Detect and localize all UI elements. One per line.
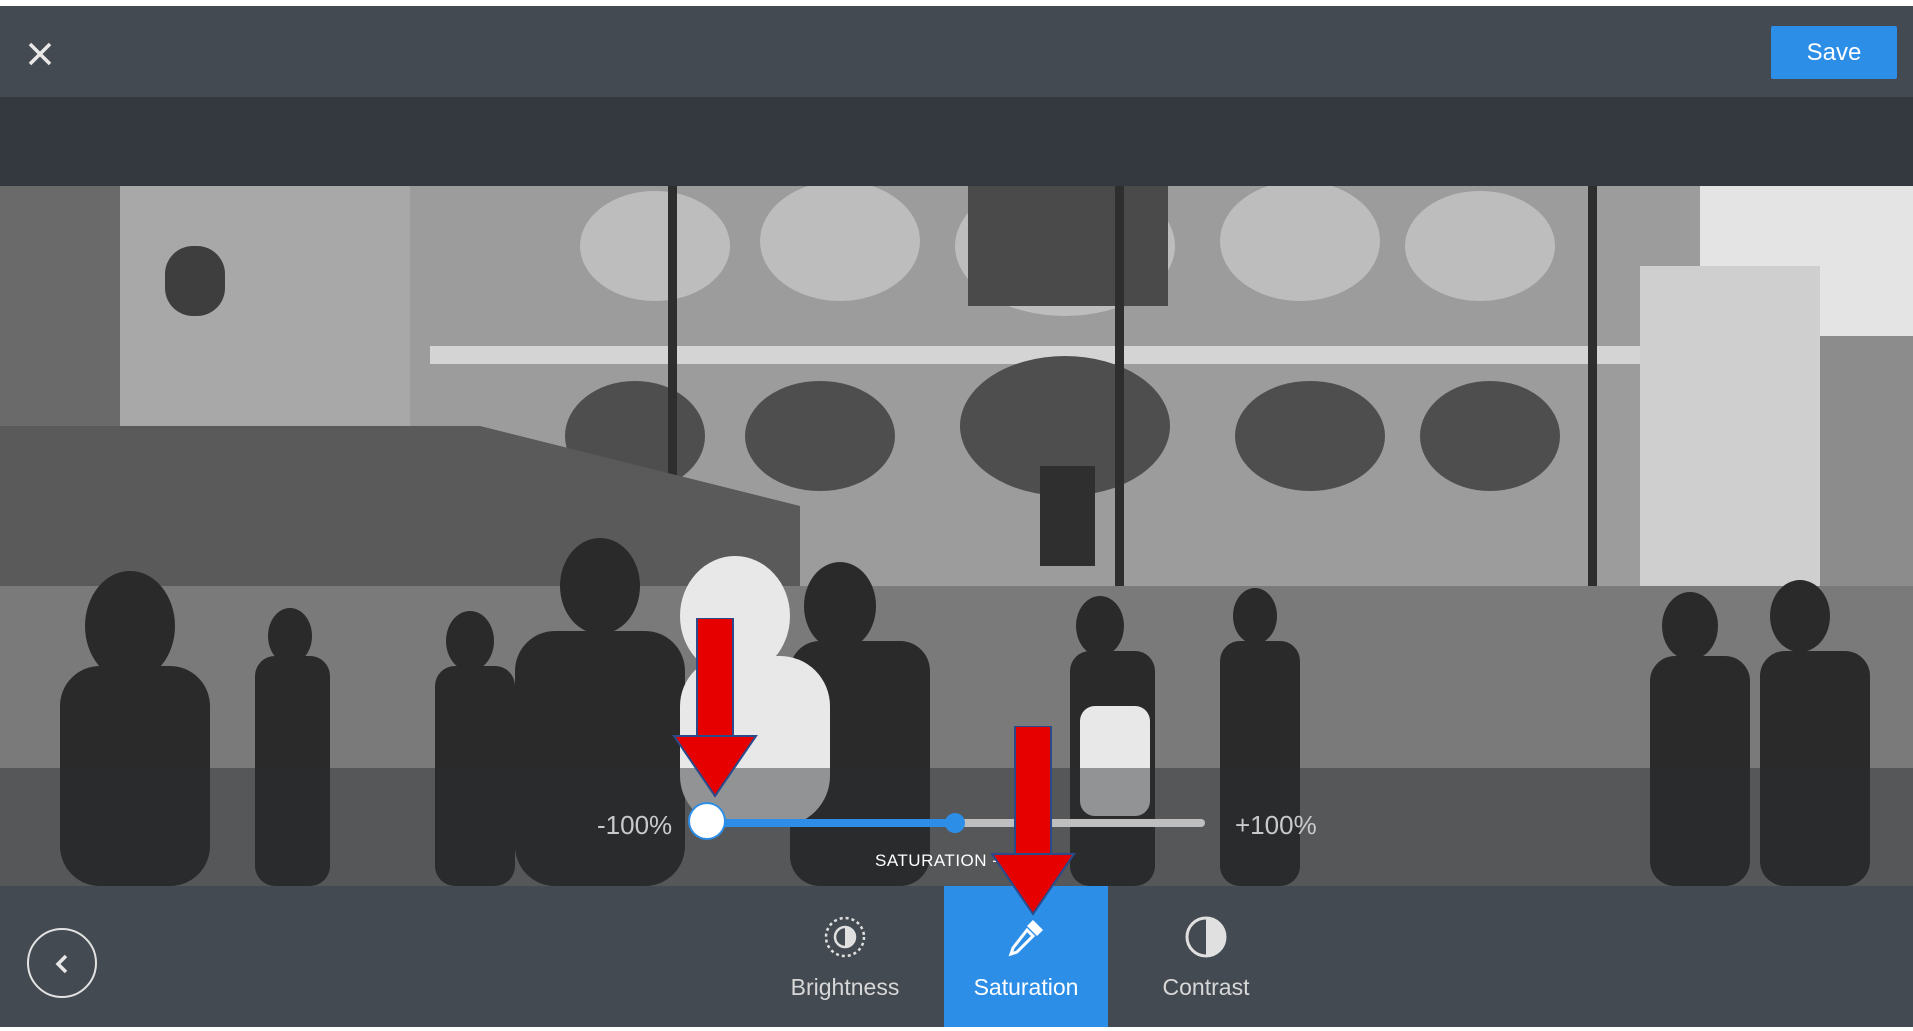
bottom-toolbar: Brightness Saturation Contrast <box>0 886 1913 1027</box>
contrast-icon <box>1185 916 1227 958</box>
back-button[interactable] <box>27 928 97 998</box>
slider-min-label: -100% <box>597 810 673 840</box>
save-button[interactable]: Save <box>1771 26 1897 79</box>
saturation-slider-thumb[interactable] <box>690 804 724 838</box>
editor-window: Save -100% +100% SATURATION -1 Brightnes… <box>0 6 1913 1027</box>
slider-center-marker <box>945 813 965 833</box>
chevron-left-icon <box>55 954 68 974</box>
top-toolbar: Save <box>0 6 1913 97</box>
tool-saturation-label: Saturation <box>973 974 1079 1000</box>
tool-contrast-label: Contrast <box>1162 974 1250 1000</box>
slider-track-fill <box>707 819 954 827</box>
tool-brightness-label: Brightness <box>790 974 900 1000</box>
close-icon <box>28 42 52 66</box>
brightness-icon <box>824 916 866 958</box>
slider-max-label: +100% <box>1235 810 1317 840</box>
eyedropper-icon <box>1008 920 1043 957</box>
photo-canvas: -100% +100% SATURATION -1 <box>0 186 1913 886</box>
tool-brightness[interactable]: Brightness <box>763 886 927 1027</box>
close-button[interactable] <box>22 36 58 72</box>
slider-value-caption: SATURATION -1 <box>875 851 1009 870</box>
annotation-arrow-saturation <box>990 726 1076 916</box>
annotation-arrow-slider <box>672 618 758 798</box>
tool-contrast[interactable]: Contrast <box>1124 886 1288 1027</box>
